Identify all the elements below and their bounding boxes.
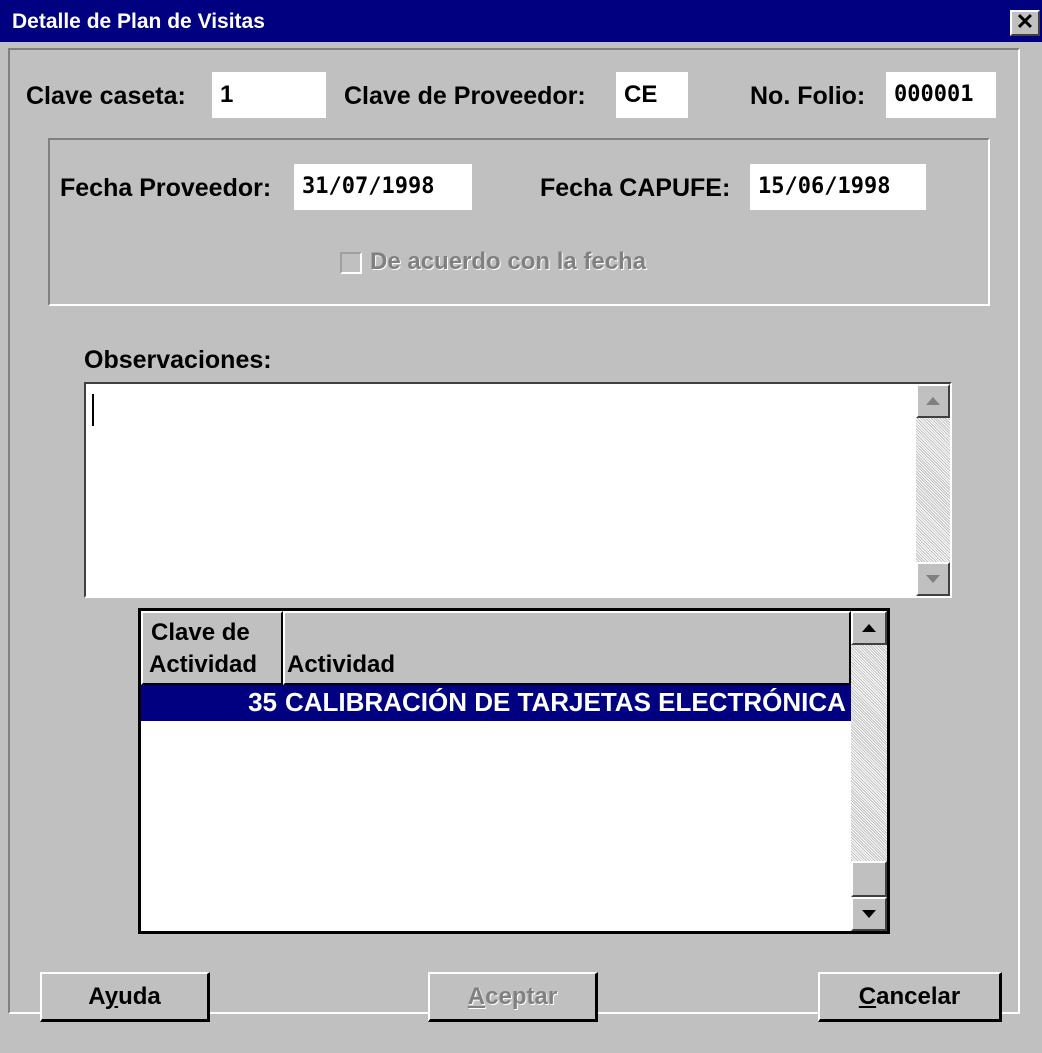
cancelar-button[interactable]: Cancelar <box>818 972 1002 1022</box>
scroll-down-button[interactable] <box>916 562 950 596</box>
ayuda-label-accel: y <box>104 983 119 1010</box>
fecha-capufe-label: Fecha CAPUFE: <box>540 174 731 202</box>
clave-caseta-field[interactable]: 1 <box>212 72 326 118</box>
cancelar-label-post: ancelar <box>876 983 961 1010</box>
title-bar: Detalle de Plan de Visitas ✕ <box>0 0 1042 42</box>
fecha-proveedor-label: Fecha Proveedor: <box>60 174 272 202</box>
scroll-up-button[interactable] <box>916 384 950 418</box>
row-actividad: CALIBRACIÓN DE TARJETAS ELECTRÓNICA <box>285 687 846 717</box>
aceptar-label-accel: A <box>467 983 486 1010</box>
ayuda-label-post: uda <box>118 983 161 1010</box>
de-acuerdo-label: De acuerdo con la fecha <box>370 248 647 275</box>
arrow-down-icon <box>926 575 940 583</box>
column-header-clave-line2: Actividad <box>149 651 258 678</box>
fecha-proveedor-field[interactable]: 31/07/1998 <box>294 164 472 210</box>
grid-scroll-down-button[interactable] <box>851 897 887 931</box>
column-header-actividad-label: Actividad <box>287 651 396 678</box>
clave-proveedor-field[interactable]: CE <box>616 72 688 118</box>
observaciones-label: Observaciones: <box>84 346 272 374</box>
folio-label: No. Folio: <box>750 82 866 110</box>
ayuda-label-pre: A <box>88 983 105 1010</box>
folio-field[interactable]: 000001 <box>886 72 996 118</box>
column-header-actividad[interactable]: Actividad <box>283 611 851 685</box>
grid-scroll-thumb[interactable] <box>851 861 887 897</box>
column-header-clave[interactable]: Clave de Actividad <box>141 611 283 685</box>
aceptar-label-post: ceptar <box>485 983 558 1010</box>
arrow-down-icon <box>862 910 876 918</box>
grid-scroll-up-button[interactable] <box>851 611 887 645</box>
ayuda-button[interactable]: Ayuda <box>40 972 210 1022</box>
text-caret <box>92 394 94 426</box>
window-title: Detalle de Plan de Visitas <box>12 10 265 33</box>
grid-scrollbar[interactable] <box>851 611 887 931</box>
observaciones-scrollbar[interactable] <box>916 384 950 596</box>
observaciones-textarea[interactable] <box>84 382 952 598</box>
arrow-up-icon <box>926 397 940 405</box>
column-header-clave-line1: Clave de <box>151 619 250 646</box>
table-row[interactable]: 35 CALIBRACIÓN DE TARJETAS ELECTRÓNICA <box>141 685 851 721</box>
close-icon: ✕ <box>1015 9 1035 34</box>
aceptar-button[interactable]: Aceptar <box>428 972 598 1022</box>
de-acuerdo-checkbox[interactable] <box>340 252 362 274</box>
arrow-up-icon <box>862 624 876 632</box>
clave-proveedor-label: Clave de Proveedor: <box>344 82 586 110</box>
cancelar-label-accel: C <box>858 983 877 1010</box>
fecha-capufe-field[interactable]: 15/06/1998 <box>750 164 926 210</box>
row-clave: 35 <box>248 687 277 717</box>
clave-caseta-label: Clave caseta: <box>26 82 186 110</box>
close-button[interactable]: ✕ <box>1010 10 1040 36</box>
activities-grid[interactable]: Clave de Actividad Actividad 35 CALIBRAC… <box>138 608 890 934</box>
